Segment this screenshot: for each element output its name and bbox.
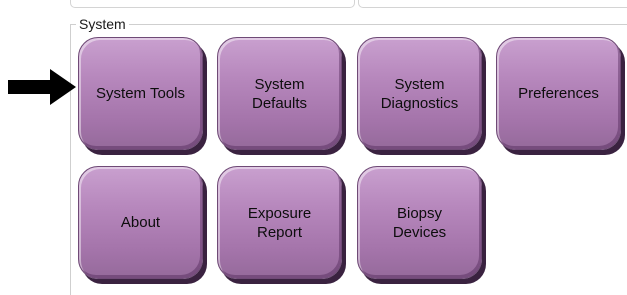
about-button[interactable]: About bbox=[78, 166, 203, 279]
exposure-report-button[interactable]: Exposure Report bbox=[217, 166, 342, 279]
arrow-right-icon bbox=[8, 69, 76, 105]
tile-label: System Diagnostics bbox=[380, 75, 459, 112]
tile-label: Biopsy Devices bbox=[392, 204, 447, 241]
system-tools-button[interactable]: System Tools bbox=[78, 37, 203, 150]
top-panel-left bbox=[70, 0, 355, 8]
top-panel-right bbox=[358, 0, 627, 8]
tile-label: System Tools bbox=[96, 85, 185, 102]
preferences-button[interactable]: Preferences bbox=[496, 37, 621, 150]
system-group-title: System bbox=[76, 16, 129, 32]
biopsy-devices-button[interactable]: Biopsy Devices bbox=[357, 166, 482, 279]
tile-label: About bbox=[120, 214, 161, 231]
tile-label: Exposure Report bbox=[247, 204, 312, 241]
tile-label: System Defaults bbox=[251, 75, 308, 112]
system-diagnostics-button[interactable]: System Diagnostics bbox=[357, 37, 482, 150]
system-defaults-button[interactable]: System Defaults bbox=[217, 37, 342, 150]
tile-label: Preferences bbox=[518, 85, 599, 102]
